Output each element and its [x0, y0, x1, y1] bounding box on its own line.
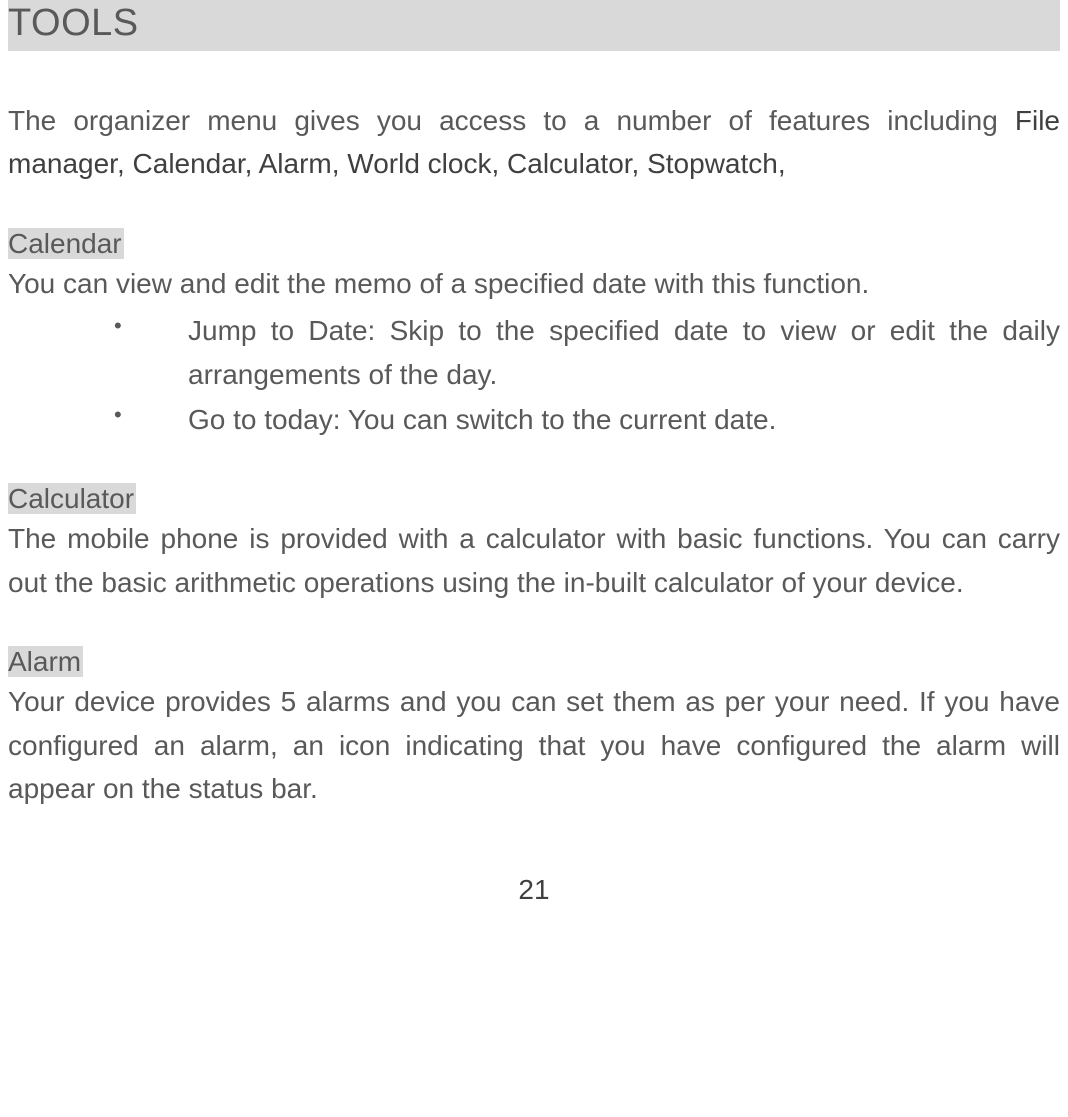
list-item: Jump to Date: Skip to the specified date…	[8, 309, 1060, 396]
section-calendar: Calendar You can view and edit the memo …	[8, 228, 1060, 442]
intro-paragraph: The organizer menu gives you access to a…	[8, 99, 1060, 186]
page-number: 21	[8, 874, 1060, 916]
intro-prefix: The organizer menu gives you access to a…	[8, 105, 1015, 136]
page-title: TOOLS	[8, 0, 1060, 51]
section-body: The mobile phone is provided with a calc…	[8, 517, 1060, 604]
list-item: Go to today: You can switch to the curre…	[8, 398, 1060, 441]
document-page: TOOLS The organizer menu gives you acces…	[0, 0, 1068, 916]
section-alarm: Alarm Your device provides 5 alarms and …	[8, 646, 1060, 810]
section-calculator: Calculator The mobile phone is provided …	[8, 483, 1060, 604]
section-heading: Alarm	[8, 646, 83, 677]
section-body: Your device provides 5 alarms and you ca…	[8, 680, 1060, 810]
section-heading: Calendar	[8, 228, 124, 259]
bullet-list: Jump to Date: Skip to the specified date…	[8, 309, 1060, 441]
section-heading: Calculator	[8, 483, 136, 514]
section-body: You can view and edit the memo of a spec…	[8, 262, 1060, 305]
